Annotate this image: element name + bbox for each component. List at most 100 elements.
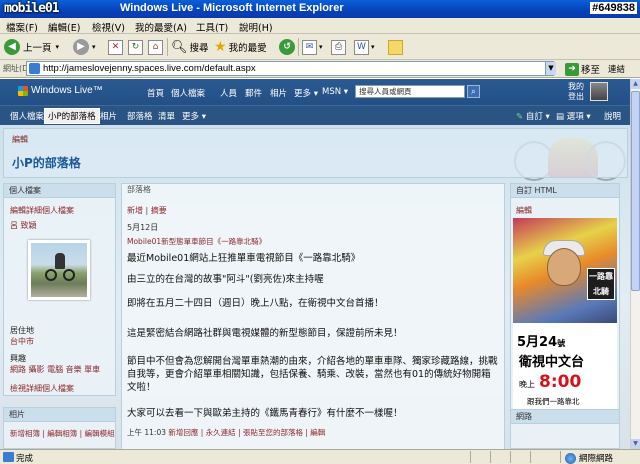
mail-button[interactable]: ✉ ▾ [302,37,323,57]
menu-favorites[interactable]: 我的最愛(A) [135,20,187,34]
post-footer-links[interactable]: 新增回應 | 永久連結 | 張貼至您的部落格 | 編輯 [168,428,325,437]
nav-mail[interactable]: 郵件 [245,87,262,99]
page-viewport: Windows Live™ 首頁 個人檔案 人員 郵件 相片 更多 ▾ MSN … [0,79,630,449]
status-bar: 完成 網際網路 [0,449,640,464]
stop-button[interactable]: ✕ [108,37,123,57]
edit-page-button[interactable]: W ▾ [354,37,375,57]
mail-icon: ✉ [302,39,317,55]
search-icon[interactable]: ⌕ [467,85,480,98]
tab-profile[interactable]: 個人檔案 [10,110,44,122]
interests-value[interactable]: 網路 攝影 電腦 音樂 單車 [10,364,100,375]
page-icon [29,63,40,74]
nav-profile[interactable]: 個人檔案 [171,87,205,99]
menu-file[interactable]: 檔案(F) [6,20,38,34]
go-arrow-icon: ➜ [565,62,579,76]
location-label: 居住地 [10,326,34,335]
post-footer: 上午 11:03 新增回應 | 永久連結 | 張貼至您的部落格 | 編輯 [127,427,325,438]
search-icon: 🔍︎ [171,39,188,55]
windows-live-logo[interactable]: Windows Live™ [18,85,103,96]
page-done-icon [3,452,14,462]
promo-channel: 衛視中文台 [519,355,585,370]
customize-menu[interactable]: ✎ 自訂 ▾ [516,110,550,122]
address-url[interactable]: http://jameslovejenny.spaces.live.com/de… [43,63,256,74]
blog-actions[interactable]: 新增 | 摘要 [127,205,167,216]
nav-photos[interactable]: 相片 [270,87,287,99]
forward-button[interactable]: ▶ ▾ [73,37,96,57]
post-paragraph: 大家可以去看一下與歐弟主持的《鐵馬青春行》有什麼不一樣喔！ [127,408,403,419]
windows-live-logo-text: Windows Live™ [31,85,103,96]
chevron-down-icon[interactable]: ▾ [56,43,60,51]
home-button[interactable]: ⌂ [148,37,163,57]
chevron-down-icon[interactable]: ▼ [545,62,556,75]
tab-photos[interactable]: 相片 [100,110,117,122]
sign-out-link[interactable]: 登出 [568,92,584,102]
edit-custom-html-link[interactable]: 編輯 [516,205,532,216]
menu-edit[interactable]: 編輯(E) [48,20,80,34]
menu-tools[interactable]: 工具(T) [196,20,228,34]
post-paragraph: 最近Mobile01網站上狂推單車電視節目《一路靠北騎》 [127,253,361,264]
vertical-scrollbar[interactable]: ▲ ▼ [630,79,640,449]
back-button[interactable]: ◀ 上一頁 ▾ [4,37,59,57]
post-paragraph: 由三立的在台灣的故事"阿斗"(劉亮佐)來主持喔 [127,274,324,285]
address-input[interactable]: http://jameslovejenny.spaces.live.com/de… [26,61,554,76]
post-time: 上午 11:03 [127,428,166,437]
tab-blog-home[interactable]: 小P的部落格 [44,108,100,124]
toolbar: ◀ 上一頁 ▾ ▶ ▾ ✕ ↻ ⌂ 🔍︎ 搜尋 ★ 我的最愛 ↺ ✉ ▾ ⎙ W… [0,34,640,60]
network-module-title: 網路 [511,410,619,424]
discuss-button[interactable] [388,37,403,57]
post-date: 5月12日 [127,223,159,232]
scrollbar-thumb[interactable] [631,91,640,291]
profile-module-title: 個人檔案 [4,184,115,198]
page-title[interactable]: 小P的部落格 [12,154,81,171]
nav-more[interactable]: 更多 ▾ [294,87,318,99]
photos-links[interactable]: 新增相簿 | 編輯相簿 | 編輯模組 [10,428,115,439]
chevron-down-icon[interactable]: ▾ [92,43,96,51]
options-menu[interactable]: ▤ 選項 ▾ [556,110,591,122]
window-title: Windows Live - Microsoft Internet Explor… [120,2,344,14]
chevron-down-icon[interactable]: ▾ [319,43,323,51]
nav-home[interactable]: 首頁 [147,87,164,99]
promo-photo: 一路靠北騎 [513,218,617,323]
tab-more[interactable]: 更多 ▾ [182,110,206,122]
search-button[interactable]: 🔍︎ 搜尋 [171,37,209,57]
tab-blog[interactable]: 部落格 [127,110,153,122]
profile-name[interactable]: 呂 致穎 [10,220,37,231]
profile-photo[interactable] [28,240,90,300]
status-divider [530,451,531,463]
history-button[interactable]: ↺ [279,37,295,57]
menu-help[interactable]: 說明(H) [239,20,273,34]
account-links[interactable]: 我的 登出 [568,82,584,102]
promo-time-row: 晚上 8:00 [519,372,581,392]
print-button[interactable]: ⎙ [331,37,346,57]
view-profile-link[interactable]: 檢視詳細個人檔案 [10,383,74,394]
promo-time-label: 晚上 [519,380,535,389]
nav-msn[interactable]: MSN ▾ [322,87,348,97]
scroll-up-icon[interactable]: ▲ [631,79,640,89]
nav-people[interactable]: 人員 [220,87,237,99]
security-zone[interactable]: 網際網路 [565,452,613,464]
location-value[interactable]: 台中市 [10,336,34,347]
favorites-button[interactable]: ★ 我的最愛 [214,37,267,57]
my-account-link[interactable]: 我的 [568,82,584,92]
menu-bar: 檔案(F) 編輯(E) 檢視(V) 我的最愛(A) 工具(T) 說明(H) [0,18,640,34]
refresh-button[interactable]: ↻ [128,37,143,57]
tv-show-promo[interactable]: 一路靠北騎 5月24號 衛視中文台 晚上 8:00 跟我們一路靠北 [513,218,617,411]
go-button[interactable]: ➜ 移至 [565,62,600,76]
post-paragraph: 即將在五月二十四日（週日）晚上八點，在衛視中文台首播！ [127,298,384,309]
edit-profile-link[interactable]: 編輯詳細個人檔案 [10,205,74,216]
avatar[interactable] [590,82,608,101]
menu-view[interactable]: 檢視(V) [92,20,125,34]
refresh-icon: ↻ [128,39,143,55]
scroll-down-icon[interactable]: ▼ [631,439,640,449]
post-title[interactable]: Mobile01新型態單車節目《一路靠北騎》 [127,236,266,247]
search-label: 搜尋 [189,43,209,54]
people-search-input[interactable]: 搜尋人員或網頁 [355,85,465,98]
chevron-down-icon[interactable]: ▾ [371,43,375,51]
status-divider [490,451,491,463]
favorites-label: 我的最愛 [228,43,267,54]
help-link[interactable]: 說明 [604,110,621,122]
edit-title-link[interactable]: 編輯 [12,134,28,145]
links-label[interactable]: 連結 [608,63,625,75]
tab-lists[interactable]: 清單 [158,110,175,122]
title-bar: mobile01 Windows Live - Microsoft Intern… [0,0,640,18]
